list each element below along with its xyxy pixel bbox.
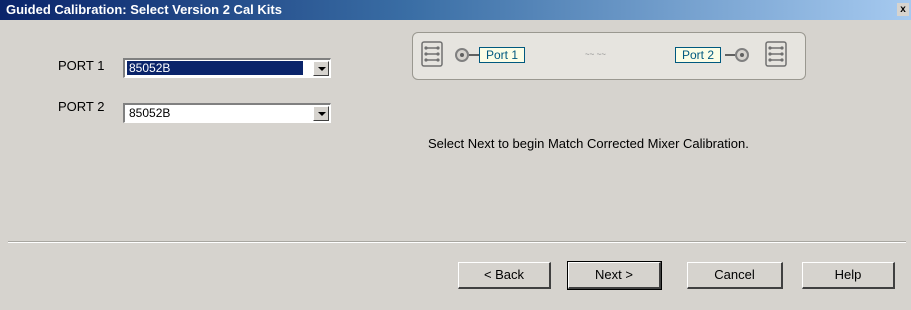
title-bar: Guided Calibration: Select Version 2 Cal… (0, 0, 911, 20)
window-title: Guided Calibration: Select Version 2 Cal… (6, 2, 282, 17)
close-button[interactable]: x (897, 3, 909, 16)
port-1-box: Port 1 (479, 47, 526, 63)
help-button[interactable]: Help (802, 262, 895, 289)
port-1-label: PORT 1 (58, 58, 105, 73)
port-1-connector-icon (455, 48, 469, 62)
instruction-text: Select Next to begin Match Corrected Mix… (428, 136, 749, 151)
port-2-label: PORT 2 (58, 99, 105, 114)
next-button[interactable]: Next > (567, 261, 662, 290)
chevron-down-icon[interactable] (313, 106, 329, 121)
port-2-cal-kit-select[interactable]: 85052B (123, 103, 331, 123)
separator (8, 241, 906, 243)
cancel-button[interactable]: Cancel (687, 262, 783, 289)
port-2-box: Port 2 (675, 47, 722, 63)
back-button[interactable]: < Back (458, 262, 551, 289)
port-2-cal-kit-value: 85052B (129, 106, 171, 120)
port-2-connector-icon (735, 48, 749, 62)
port-1-cal-kit-select[interactable]: 85052B (123, 58, 331, 78)
chevron-down-icon[interactable] (313, 61, 329, 76)
port-1-cal-kit-value: 85052B (126, 60, 304, 76)
connector-array-icon (421, 41, 443, 67)
signal-path-marks: ~~ ~~ (585, 50, 606, 59)
port-connection-diagram: Port 1 ~~ ~~ Port 2 (412, 32, 806, 80)
connector-array-icon (765, 41, 787, 67)
